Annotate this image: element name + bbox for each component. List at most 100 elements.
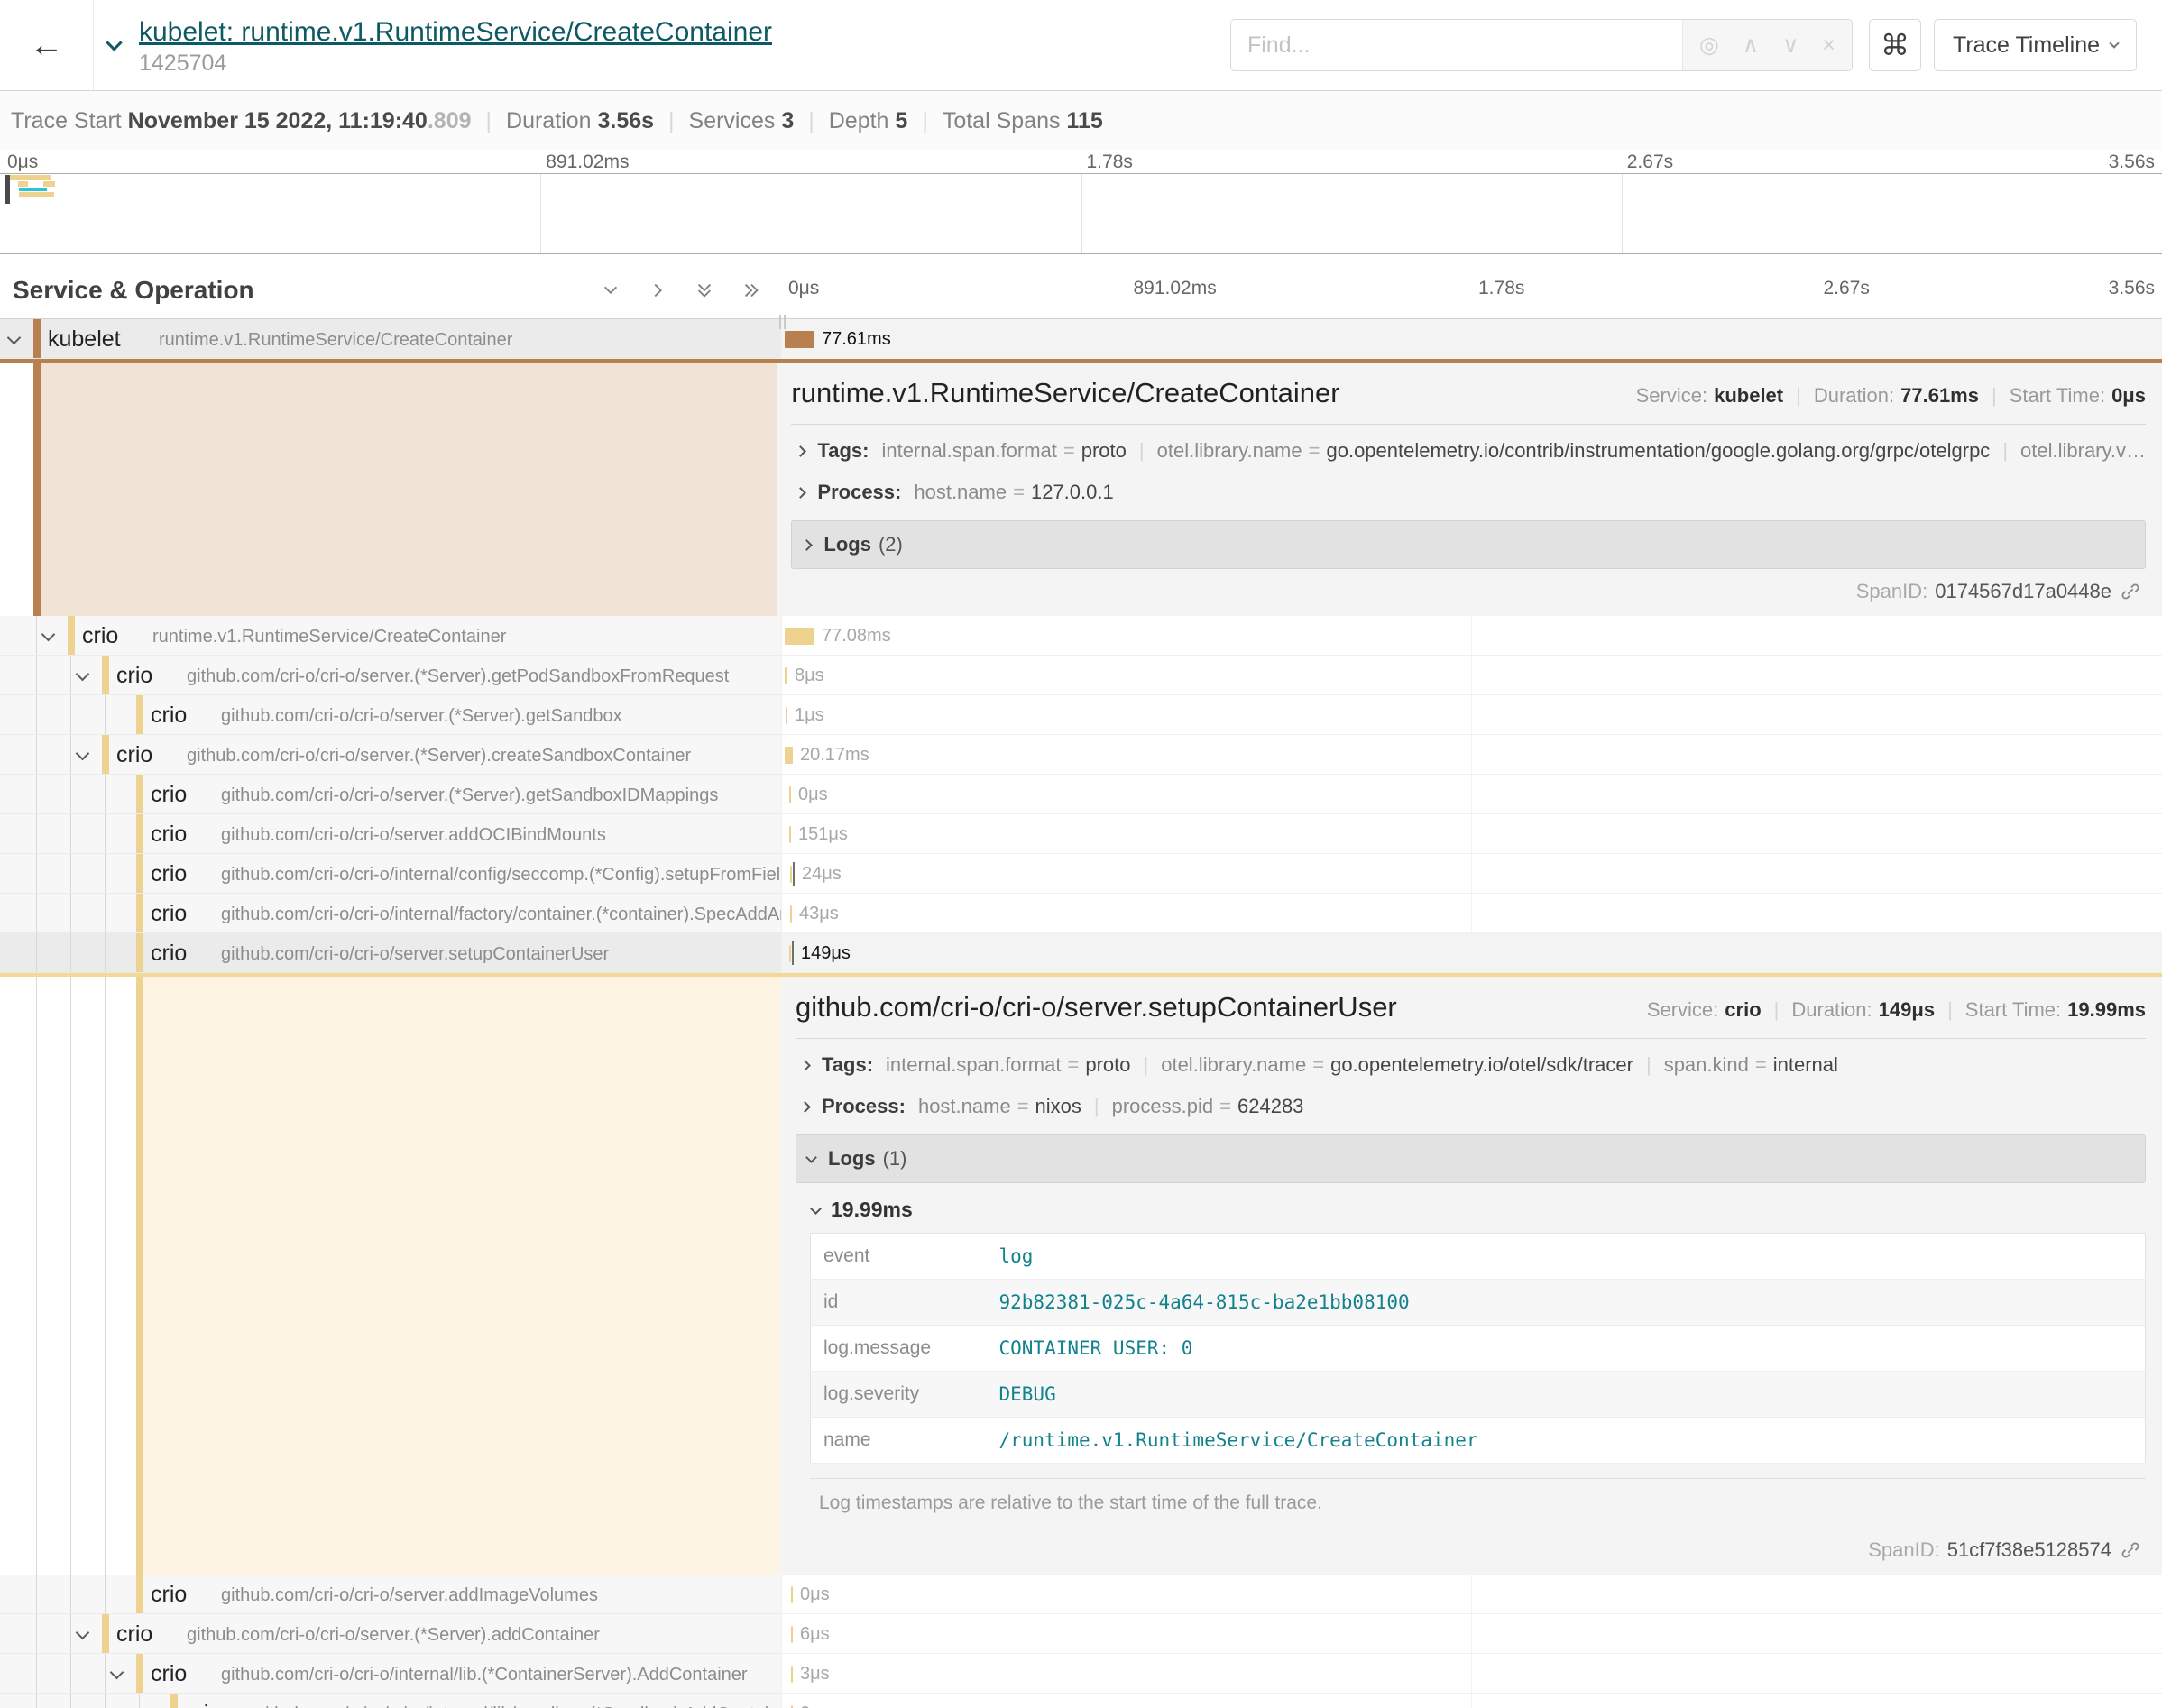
keyboard-shortcuts-button[interactable]: ⌘ (1869, 19, 1921, 71)
span-row-timeline-cell[interactable]: 77.61ms (781, 319, 2162, 359)
span-row[interactable]: criogithub.com/cri-o/cri-o/server.setupC… (0, 933, 2162, 973)
find-input[interactable] (1231, 20, 1682, 70)
span-row-name-cell[interactable]: criogithub.com/cri-o/cri-o/server.setupC… (0, 933, 781, 973)
span-row-timeline-cell[interactable]: 20.17ms (781, 735, 2162, 775)
span-bar[interactable] (791, 1586, 793, 1603)
operation-name: github.com/cri-o/cri-o/server.addImageVo… (221, 1585, 598, 1606)
span-row[interactable]: criogithub.com/cri-o/cri-o/server.(*Serv… (0, 1614, 2162, 1654)
span-row[interactable]: criogithub.com/cri-o/cri-o/internal/lib/… (0, 1694, 2162, 1708)
span-row-name-cell[interactable]: criogithub.com/cri-o/cri-o/internal/lib.… (0, 1654, 781, 1694)
detail-divider (791, 424, 2146, 425)
span-row-name-cell[interactable]: criogithub.com/cri-o/cri-o/internal/fact… (0, 894, 781, 933)
span-bar[interactable] (785, 331, 814, 348)
deep-link-icon[interactable] (2121, 1540, 2140, 1560)
next-result-icon[interactable]: ∨ (1782, 32, 1799, 59)
clear-icon[interactable]: × (1822, 32, 1835, 59)
span-bar[interactable] (786, 707, 787, 724)
locate-icon[interactable]: ◎ (1699, 32, 1719, 59)
span-row-timeline-cell[interactable]: 77.08ms (781, 616, 2162, 656)
process-accordion[interactable]: Process:host.name=nixos|process.pid=6242… (796, 1086, 2146, 1127)
span-detail-title: github.com/cri-o/cri-o/server.setupConta… (796, 991, 1397, 1024)
span-bar[interactable] (785, 628, 814, 645)
detail-row-tint (143, 977, 781, 1575)
log-entry-toggle[interactable]: 19.99ms (810, 1183, 2146, 1233)
span-row-name-cell[interactable]: criogithub.com/cri-o/cri-o/server.(*Serv… (0, 735, 781, 775)
service-name: crio (151, 782, 187, 808)
span-row[interactable]: criogithub.com/cri-o/cri-o/server.(*Serv… (0, 695, 2162, 735)
span-row[interactable]: kubeletruntime.v1.RuntimeService/CreateC… (0, 319, 2162, 359)
timeline-tick-label: 3.56s (2109, 278, 2155, 299)
minimap-canvas[interactable] (0, 173, 2162, 254)
span-row-timeline-cell[interactable]: 149μs (781, 933, 2162, 973)
span-id-label: SpanID: (1856, 580, 1928, 603)
span-row[interactable]: criogithub.com/cri-o/cri-o/internal/lib.… (0, 1654, 2162, 1694)
indent-guide (70, 735, 71, 774)
collapse-one-icon[interactable] (601, 280, 621, 300)
expand-chevron-icon[interactable] (41, 628, 56, 642)
tag-item: otel.library.name=go.opentelemetry.io/ot… (1161, 1053, 1633, 1077)
service-name: crio (116, 742, 152, 768)
tags-accordion[interactable]: Tags:internal.span.format=proto|otel.lib… (791, 430, 2146, 472)
expand-chevron-icon[interactable] (7, 331, 22, 345)
span-row[interactable]: criogithub.com/cri-o/cri-o/server.(*Serv… (0, 656, 2162, 695)
logs-accordion[interactable]: Logs(2) (791, 520, 2146, 569)
span-row[interactable]: criogithub.com/cri-o/cri-o/internal/conf… (0, 854, 2162, 894)
span-row-name-cell[interactable]: criogithub.com/cri-o/cri-o/server.(*Serv… (0, 775, 781, 814)
span-row-timeline-cell[interactable]: 24μs (781, 854, 2162, 894)
span-row-name-cell[interactable]: crioruntime.v1.RuntimeService/CreateCont… (0, 616, 781, 656)
operation-name: github.com/cri-o/cri-o/internal/lib/sand… (255, 1704, 781, 1708)
span-bar[interactable] (791, 1666, 793, 1683)
trace-minimap: 0μs891.02ms1.78s2.67s3.56s (0, 151, 2162, 254)
span-row[interactable]: criogithub.com/cri-o/cri-o/internal/fact… (0, 894, 2162, 933)
span-row[interactable]: criogithub.com/cri-o/cri-o/server.(*Serv… (0, 775, 2162, 814)
span-row-name-cell[interactable]: criogithub.com/cri-o/cri-o/server.(*Serv… (0, 656, 781, 695)
span-bar[interactable] (791, 1626, 793, 1643)
span-row-timeline-cell[interactable]: 151μs (781, 814, 2162, 854)
span-row[interactable]: criogithub.com/cri-o/cri-o/server.addIma… (0, 1575, 2162, 1614)
span-row-timeline-cell[interactable]: 0μs (781, 775, 2162, 814)
span-bar[interactable] (790, 905, 792, 923)
span-bar[interactable] (790, 866, 792, 883)
expand-chevron-icon[interactable] (76, 667, 90, 682)
deep-link-icon[interactable] (2121, 582, 2140, 601)
span-row-timeline-cell[interactable]: 43μs (781, 894, 2162, 933)
process-accordion[interactable]: Process:host.name=127.0.0.1 (791, 472, 2146, 513)
meta-label: Start Time: (1965, 998, 2061, 1022)
span-row-timeline-cell[interactable]: 1μs (781, 695, 2162, 735)
span-row-timeline-cell[interactable]: 6μs (781, 1614, 2162, 1654)
span-bar[interactable] (789, 786, 791, 803)
trace-title-link[interactable]: kubelet: runtime.v1.RuntimeService/Creat… (139, 17, 772, 48)
expand-all-icon[interactable] (741, 280, 761, 300)
span-row-name-cell[interactable]: criogithub.com/cri-o/cri-o/internal/conf… (0, 854, 781, 894)
trace-collapse-toggle[interactable] (94, 0, 133, 90)
span-row-name-cell[interactable]: criogithub.com/cri-o/cri-o/server.(*Serv… (0, 695, 781, 735)
span-row-timeline-cell[interactable]: 3μs (781, 1654, 2162, 1694)
span-row-timeline-cell[interactable]: 0μs (781, 1575, 2162, 1614)
column-resizer[interactable] (779, 315, 786, 329)
expand-chevron-icon[interactable] (110, 1666, 124, 1680)
span-bar[interactable] (785, 667, 787, 684)
tags-label: Tags: (817, 439, 869, 463)
logs-accordion[interactable]: Logs(1) (796, 1134, 2146, 1183)
span-bar[interactable] (785, 747, 793, 764)
span-bar[interactable] (789, 826, 791, 843)
span-bar[interactable] (789, 945, 791, 962)
span-row-name-cell[interactable]: criogithub.com/cri-o/cri-o/server.addOCI… (0, 814, 781, 854)
prev-result-icon[interactable]: ∧ (1743, 32, 1759, 59)
span-row[interactable]: crioruntime.v1.RuntimeService/CreateCont… (0, 616, 2162, 656)
collapse-all-icon[interactable] (695, 280, 714, 300)
span-row-name-cell[interactable]: criogithub.com/cri-o/cri-o/server.addIma… (0, 1575, 781, 1614)
back-button[interactable]: ← (0, 0, 94, 90)
span-row-timeline-cell[interactable]: 8μs (781, 656, 2162, 695)
span-row[interactable]: criogithub.com/cri-o/cri-o/server.(*Serv… (0, 735, 2162, 775)
span-row-name-cell[interactable]: kubeletruntime.v1.RuntimeService/CreateC… (0, 319, 781, 359)
expand-one-icon[interactable] (648, 280, 667, 300)
span-row-name-cell[interactable]: criogithub.com/cri-o/cri-o/server.(*Serv… (0, 1614, 781, 1654)
tags-accordion[interactable]: Tags:internal.span.format=proto|otel.lib… (796, 1044, 2146, 1086)
span-row[interactable]: criogithub.com/cri-o/cri-o/server.addOCI… (0, 814, 2162, 854)
expand-chevron-icon[interactable] (76, 747, 90, 761)
expand-chevron-icon[interactable] (76, 1626, 90, 1640)
span-row-timeline-cell[interactable]: 0μs (781, 1694, 2162, 1708)
trace-view-selector[interactable]: Trace Timeline (1934, 19, 2137, 71)
span-row-name-cell[interactable]: criogithub.com/cri-o/cri-o/internal/lib/… (0, 1694, 781, 1708)
